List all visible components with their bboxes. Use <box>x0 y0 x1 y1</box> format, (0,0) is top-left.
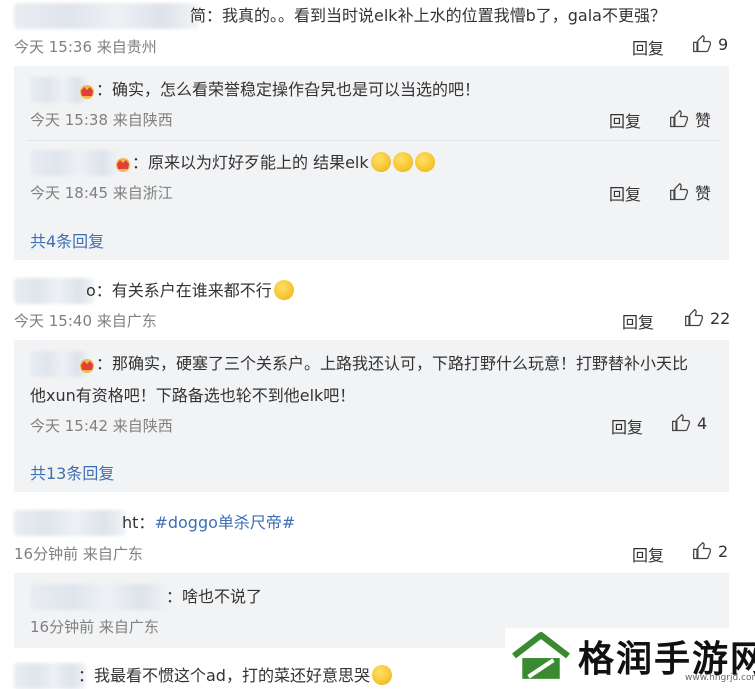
like-count: 4 <box>697 413 708 433</box>
comment-colon: ： <box>138 513 155 532</box>
site-watermark: 格润手游网 www.hngrjd.com <box>505 628 755 687</box>
like-button[interactable]: 赞 <box>669 107 711 131</box>
more-replies-link[interactable]: 共13条回复 <box>30 460 114 484</box>
comment-text: 简：我真的。。看到当时说elk补上水的位置我懵b了，gala不更强？ <box>190 3 666 29</box>
grin-sweat-emoji-icon <box>370 151 391 172</box>
house-logo-icon <box>512 632 570 679</box>
avatar-username-blurred[interactable] <box>14 663 86 689</box>
reply-meta: 16分钟前 来自广东 <box>30 618 159 636</box>
thumbs-up-icon <box>693 34 711 53</box>
crying-sweat-emoji-icon <box>371 664 392 685</box>
reply-body: ：确实，怎么看荣誉稳定操作旮旯也是可以当选的吧！ <box>96 80 481 99</box>
comment-text: ：我最看不惯这个ad，打的菜还好意思哭 <box>78 663 392 689</box>
reply-button[interactable]: 回复 <box>632 542 664 566</box>
reply-meta: 今天 18:45 来自浙江 <box>30 184 173 202</box>
thumbs-up-icon <box>685 308 703 327</box>
reply-body-line2: 他xun有资格吧！下路备选也轮不到他elk吧！ <box>30 386 356 405</box>
reply-username-blurred[interactable] <box>30 584 170 610</box>
comment-body: ：我最看不惯这个ad，打的菜还好意思哭 <box>78 666 370 685</box>
comment-text: ο：有关系户在谁来都不行 <box>86 278 294 304</box>
reply-button[interactable]: 回复 <box>609 108 641 132</box>
vip-crown-icon <box>78 81 96 99</box>
watermark-url: www.hngrjd.com <box>685 673 755 683</box>
like-button[interactable]: 2 <box>692 541 728 561</box>
reply-button[interactable]: 回复 <box>622 309 654 333</box>
thumbs-up-icon <box>670 109 688 128</box>
clap-emoji-icon <box>273 279 294 300</box>
reply-list-1: ：确实，怎么看荣誉稳定操作旮旯也是可以当选的吧！ 今天 15:38 来自陕西 回… <box>14 66 729 260</box>
like-button[interactable]: 赞 <box>669 180 711 204</box>
comment-text: ht：#doggo单杀尺帝# <box>122 510 295 536</box>
like-count: 9 <box>718 34 729 54</box>
thumbs-up-icon <box>693 541 711 560</box>
comment-meta: 今天 15:40 来自广东 <box>14 312 157 330</box>
reply-button[interactable]: 回复 <box>611 414 643 438</box>
like-label: 赞 <box>695 184 712 203</box>
thumbs-up-icon <box>670 182 688 201</box>
like-label: 赞 <box>695 111 712 130</box>
grin-sweat-emoji-icon <box>414 151 435 172</box>
like-button[interactable]: 4 <box>671 413 707 433</box>
username-tail[interactable]: ht <box>122 513 138 532</box>
comment-meta: 16分钟前 来自广东 <box>14 545 143 563</box>
reply-button[interactable]: 回复 <box>632 35 664 59</box>
avatar-username-blurred[interactable] <box>14 278 94 304</box>
username-tail[interactable]: 简 <box>190 6 206 25</box>
reply-body: ：原来以为灯好歹能上的 结果elk <box>132 153 369 172</box>
comment-body: ：有关系户在谁来都不行 <box>95 281 272 300</box>
username-tail[interactable]: ο <box>86 281 96 300</box>
reply-body-line1: ：那确实，硬塞了三个关系户。上路我还认可，下路打野什么玩意！打野替补小天比 <box>96 354 689 373</box>
reply-meta: 今天 15:42 来自陕西 <box>30 417 173 435</box>
divider <box>26 140 719 141</box>
grin-sweat-emoji-icon <box>392 151 413 172</box>
vip-crown-icon <box>78 355 96 373</box>
like-count: 2 <box>718 541 729 561</box>
vip-crown-icon <box>114 154 132 172</box>
hashtag-link[interactable]: #doggo单杀尺帝# <box>154 513 295 532</box>
reply-body: ：啥也不说了 <box>166 587 263 606</box>
more-replies-link[interactable]: 共4条回复 <box>30 228 104 252</box>
reply-text: ：原来以为灯好歹能上的 结果elk <box>112 150 435 176</box>
avatar-username-blurred[interactable] <box>14 510 126 536</box>
like-button[interactable]: 9 <box>692 34 728 54</box>
like-count: 22 <box>710 308 731 328</box>
reply-list-2: ：那确实，硬塞了三个关系户。上路我还认可，下路打野什么玩意！打野替补小天比 他x… <box>14 340 729 492</box>
reply-username-blurred[interactable] <box>30 150 120 176</box>
comment-body: ：我真的。。看到当时说elk补上水的位置我懵b了，gala不更强？ <box>206 6 666 25</box>
comment-meta: 今天 15:36 来自贵州 <box>14 38 157 56</box>
avatar-username-blurred[interactable] <box>14 3 199 29</box>
thumbs-up-icon <box>672 413 690 432</box>
reply-meta: 今天 15:38 来自陕西 <box>30 111 173 129</box>
reply-text: ：确实，怎么看荣誉稳定操作旮旯也是可以当选的吧！ <box>76 77 480 103</box>
like-button[interactable]: 22 <box>684 308 730 328</box>
reply-button[interactable]: 回复 <box>609 181 641 205</box>
reply-text: ：那确实，硬塞了三个关系户。上路我还认可，下路打野什么玩意！打野替补小天比 <box>76 351 688 377</box>
